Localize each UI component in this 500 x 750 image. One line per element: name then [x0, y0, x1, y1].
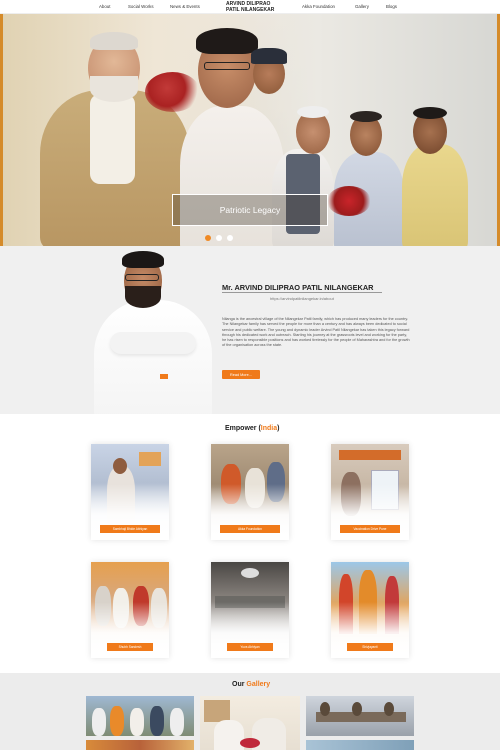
empower-card-2-label[interactable]: Akka Foundation: [220, 525, 280, 533]
empower-card-1[interactable]: Sambhaji Bhide Abhiyan: [91, 444, 169, 540]
nav-akka-foundation[interactable]: Akka Foundation: [302, 4, 335, 9]
empower-card-2[interactable]: Akka Foundation: [211, 444, 289, 540]
hero-caption-text: Patriotic Legacy: [219, 205, 281, 215]
empower-card-5[interactable]: Yuva Abhiyan: [211, 562, 289, 658]
about-section: Mr. ARVIND DILIPRAO PATIL NILANGEKAR htt…: [0, 246, 500, 414]
gallery-section: Our Gallery: [0, 673, 500, 750]
top-navbar: About Social Works News & Events ARVIND …: [0, 0, 500, 14]
empower-card-3-label[interactable]: Vaccination Drive Pune: [340, 525, 400, 533]
empower-card-4[interactable]: Shubh Sandesh: [91, 562, 169, 658]
empower-card-6[interactable]: Shivjayanti: [331, 562, 409, 658]
nav-social-works[interactable]: Social Works: [128, 4, 154, 9]
gallery-image-5[interactable]: [306, 740, 414, 750]
hero-caption: Patriotic Legacy: [172, 194, 328, 226]
empower-title: Empower (India): [225, 425, 280, 432]
logo-line-2: PATIL NILANGEKAR: [226, 6, 275, 13]
empower-card-5-label[interactable]: Yuva Abhiyan: [227, 643, 273, 651]
nav-blogs[interactable]: Blogs: [386, 4, 397, 9]
gallery-image-3[interactable]: [306, 696, 414, 736]
empower-card-4-label[interactable]: Shubh Sandesh: [107, 643, 153, 651]
nav-news-events[interactable]: News & Events: [170, 4, 200, 9]
about-divider: [222, 292, 382, 293]
slider-dot-3[interactable]: [227, 235, 233, 241]
about-url[interactable]: https://arvindpatilnilangekar.in/about: [270, 296, 334, 301]
profile-photo: [88, 246, 214, 414]
slider-dots: [205, 235, 233, 241]
nav-gallery[interactable]: Gallery: [355, 4, 369, 9]
empower-card-6-label[interactable]: Shivjayanti: [347, 643, 393, 651]
site-logo[interactable]: ARVIND DILIPRAO PATIL NILANGEKAR: [226, 1, 275, 13]
slider-dot-1[interactable]: [205, 235, 211, 241]
slider-dot-2[interactable]: [216, 235, 222, 241]
gallery-image-4[interactable]: [86, 740, 194, 750]
read-more-button[interactable]: Read More...: [222, 370, 260, 379]
about-text: Nilanga is the ancestral village of the …: [222, 317, 410, 348]
empower-card-3[interactable]: Vaccination Drive Pune: [331, 444, 409, 540]
hero-slider[interactable]: Patriotic Legacy: [0, 14, 500, 246]
gallery-title: Our Gallery: [232, 681, 271, 688]
gallery-image-1[interactable]: [86, 696, 194, 736]
about-title: Mr. ARVIND DILIPRAO PATIL NILANGEKAR: [222, 283, 374, 292]
gallery-image-2[interactable]: [200, 696, 300, 750]
empower-card-1-label[interactable]: Sambhaji Bhide Abhiyan: [100, 525, 160, 533]
nav-about[interactable]: About: [99, 4, 110, 9]
